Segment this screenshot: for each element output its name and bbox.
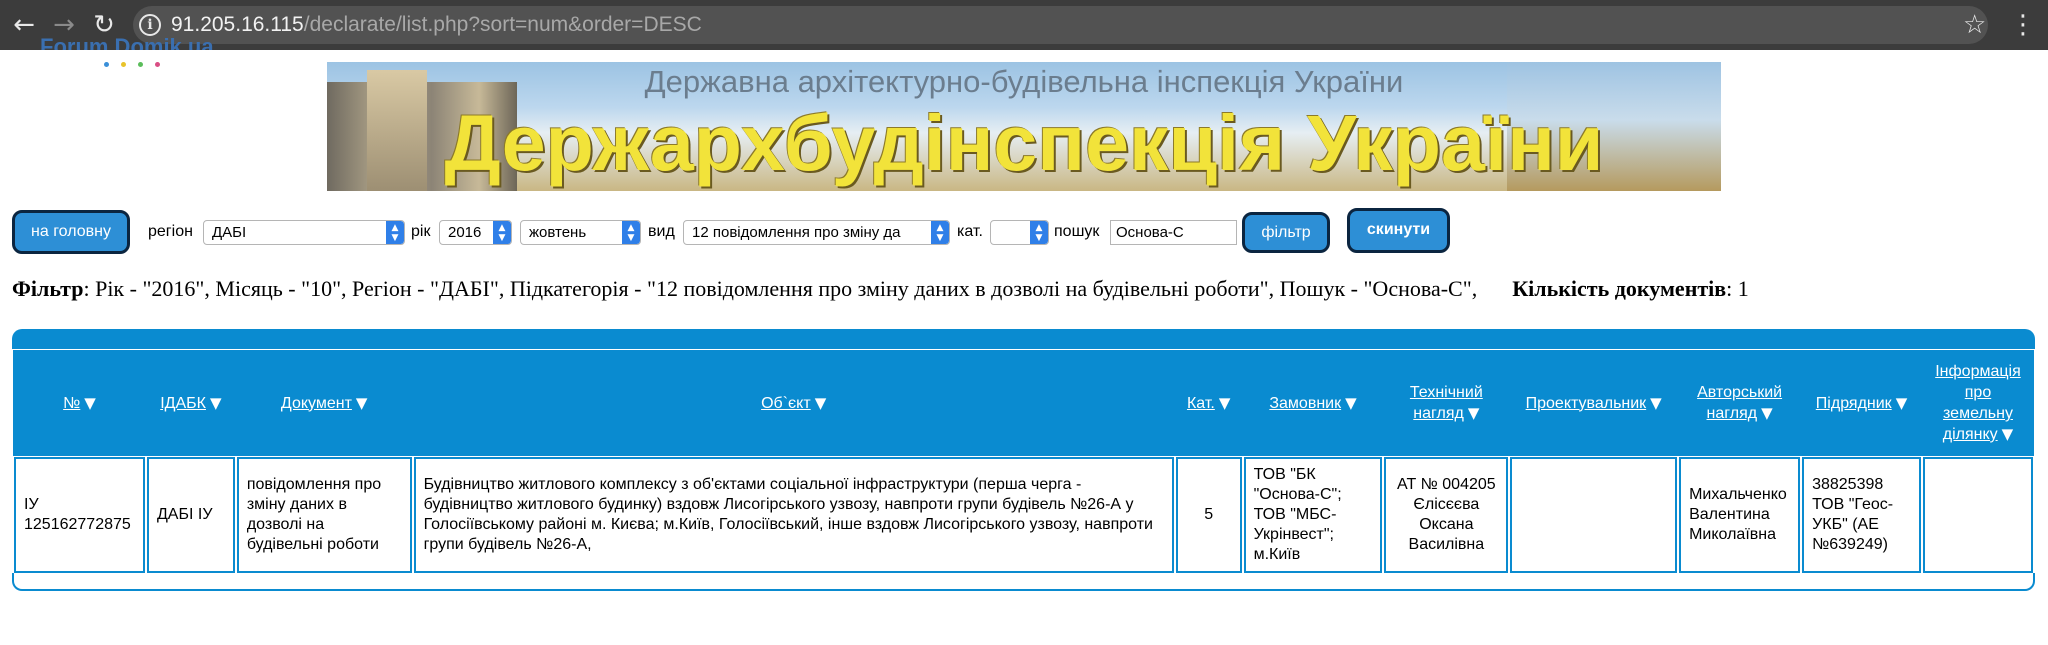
- type-select[interactable]: 12 повідомлення про зміну да ▲ ▼: [683, 220, 950, 245]
- cell-designer: [1510, 457, 1678, 573]
- star-icon[interactable]: ☆: [1963, 9, 1986, 41]
- cell-contractor: 38825398 ТОВ "Геос-УКБ" (АЕ №639249): [1802, 457, 1921, 573]
- sort-down-icon[interactable]: ▼: [210, 393, 222, 414]
- sort-down-icon[interactable]: ▼: [1468, 403, 1480, 424]
- filter-summary: Фільтр: Рік - "2016", Місяць - "10", Рег…: [12, 276, 1749, 302]
- sort-down-icon[interactable]: ▼: [815, 393, 827, 414]
- table-header-row: № ▼ ІДАБК ▼ Документ ▼ Об`єкт ▼ Кат. ▼ Замовн…: [13, 350, 2035, 456]
- sort-down-icon[interactable]: ▼: [1896, 393, 1908, 414]
- reset-button[interactable]: скинути: [1347, 208, 1450, 253]
- dropdown-arrow-icon: ▲ ▼: [386, 221, 404, 244]
- cell-customer: ТОВ "БК "Основа-С"; ТОВ "МБС-Укрінвест";…: [1243, 457, 1383, 573]
- table-top-bar: [12, 329, 2035, 349]
- banner-subtitle: Державна архітектурно-будівельна інспекц…: [644, 64, 1404, 99]
- dropdown-arrow-icon: ▲ ▼: [493, 221, 511, 244]
- cell-object: Будівництво житлового комплексу з об'єкт…: [413, 457, 1174, 573]
- col-header-num[interactable]: № ▼: [13, 350, 146, 456]
- dropdown-arrow-icon: ▲ ▼: [931, 221, 949, 244]
- col-header-document[interactable]: Документ ▼: [235, 350, 413, 456]
- info-icon[interactable]: i: [139, 14, 161, 36]
- browser-toolbar: ← → ↻ i 91.205.16.115/declarate/list.php…: [0, 0, 2048, 50]
- type-label: вид: [648, 223, 675, 240]
- forum-logo[interactable]: Forum.Domik.ua: [40, 36, 214, 50]
- banner-title: Держархбудінспекція України: [444, 98, 1604, 187]
- col-header-contractor[interactable]: Підрядник ▼: [1801, 350, 1922, 456]
- filter-button[interactable]: фільтр: [1242, 212, 1330, 253]
- sort-down-icon[interactable]: ▼: [2002, 424, 2014, 445]
- documents-table: № ▼ ІДАБК ▼ Документ ▼ Об`єкт ▼ Кат. ▼ Замовн…: [12, 349, 2035, 575]
- address-bar[interactable]: i 91.205.16.115/declarate/list.php?sort=…: [133, 6, 1988, 44]
- col-header-customer[interactable]: Замовник ▼: [1242, 350, 1384, 456]
- cell-document: повідомлення про зміну даних в дозволі н…: [236, 457, 412, 573]
- filter-summary-text: : Рік - "2016", Місяць - "10", Регіон - …: [83, 276, 1478, 301]
- sort-down-icon[interactable]: ▼: [84, 393, 96, 414]
- search-input[interactable]: [1110, 220, 1237, 245]
- document-count-value: : 1: [1726, 276, 1749, 301]
- url-text: 91.205.16.115/declarate/list.php?sort=nu…: [171, 13, 702, 36]
- year-label: рік: [411, 223, 431, 240]
- cell-tech-supervision: АТ № 004205 Єлісєєва Оксана Василівна: [1384, 457, 1509, 573]
- col-header-tech-supervision[interactable]: Технічний нагляд ▼: [1383, 350, 1510, 456]
- cell-num: ІУ 125162772875: [14, 457, 145, 573]
- header-banner: Державна архітектурно-будівельна інспекц…: [327, 62, 1721, 191]
- col-header-object[interactable]: Об`єкт ▼: [412, 350, 1175, 456]
- region-select[interactable]: ДАБІ ▲ ▼: [203, 220, 405, 245]
- back-arrow-icon[interactable]: ←: [8, 9, 40, 41]
- sort-down-icon[interactable]: ▼: [1650, 393, 1662, 414]
- cell-idabk: ДАБІ ІУ: [146, 457, 235, 573]
- col-header-land-info[interactable]: Інформація про земельну ділянку ▼: [1921, 350, 2035, 456]
- col-header-designer[interactable]: Проектувальник ▼: [1509, 350, 1679, 456]
- home-button[interactable]: на головну: [12, 210, 130, 254]
- category-label: кат.: [957, 223, 983, 240]
- menu-icon[interactable]: ⋮: [2010, 9, 2036, 41]
- col-header-idabk[interactable]: ІДАБК ▼: [145, 350, 236, 456]
- region-label: регіон: [148, 223, 193, 240]
- document-count-label: Кількість документів: [1512, 276, 1727, 301]
- dropdown-arrow-icon: ▲ ▼: [622, 221, 640, 244]
- dropdown-arrow-icon: ▲ ▼: [1030, 221, 1048, 244]
- sort-down-icon[interactable]: ▼: [356, 393, 368, 414]
- cell-category: 5: [1175, 457, 1242, 573]
- year-select[interactable]: 2016 ▲ ▼: [439, 220, 512, 245]
- cell-author-supervision: Михальченко Валентина Миколаївна: [1679, 457, 1801, 573]
- cell-land-info: [1922, 457, 2033, 573]
- month-select[interactable]: жовтень ▲ ▼: [520, 220, 641, 245]
- col-header-category[interactable]: Кат. ▼: [1174, 350, 1243, 456]
- sort-down-icon[interactable]: ▼: [1761, 403, 1773, 424]
- forum-logo-dots: [104, 62, 174, 70]
- category-select[interactable]: ▲ ▼: [990, 220, 1049, 245]
- sort-down-icon[interactable]: ▼: [1219, 393, 1231, 414]
- table-bottom-bar: [12, 573, 2035, 591]
- search-label: пошук: [1054, 223, 1100, 240]
- sort-down-icon[interactable]: ▼: [1345, 393, 1357, 414]
- col-header-author-supervision[interactable]: Авторський нагляд ▼: [1678, 350, 1802, 456]
- filter-summary-label: Фільтр: [12, 276, 84, 301]
- table-row: ІУ 125162772875 ДАБІ ІУ повідомлення про…: [14, 457, 2033, 573]
